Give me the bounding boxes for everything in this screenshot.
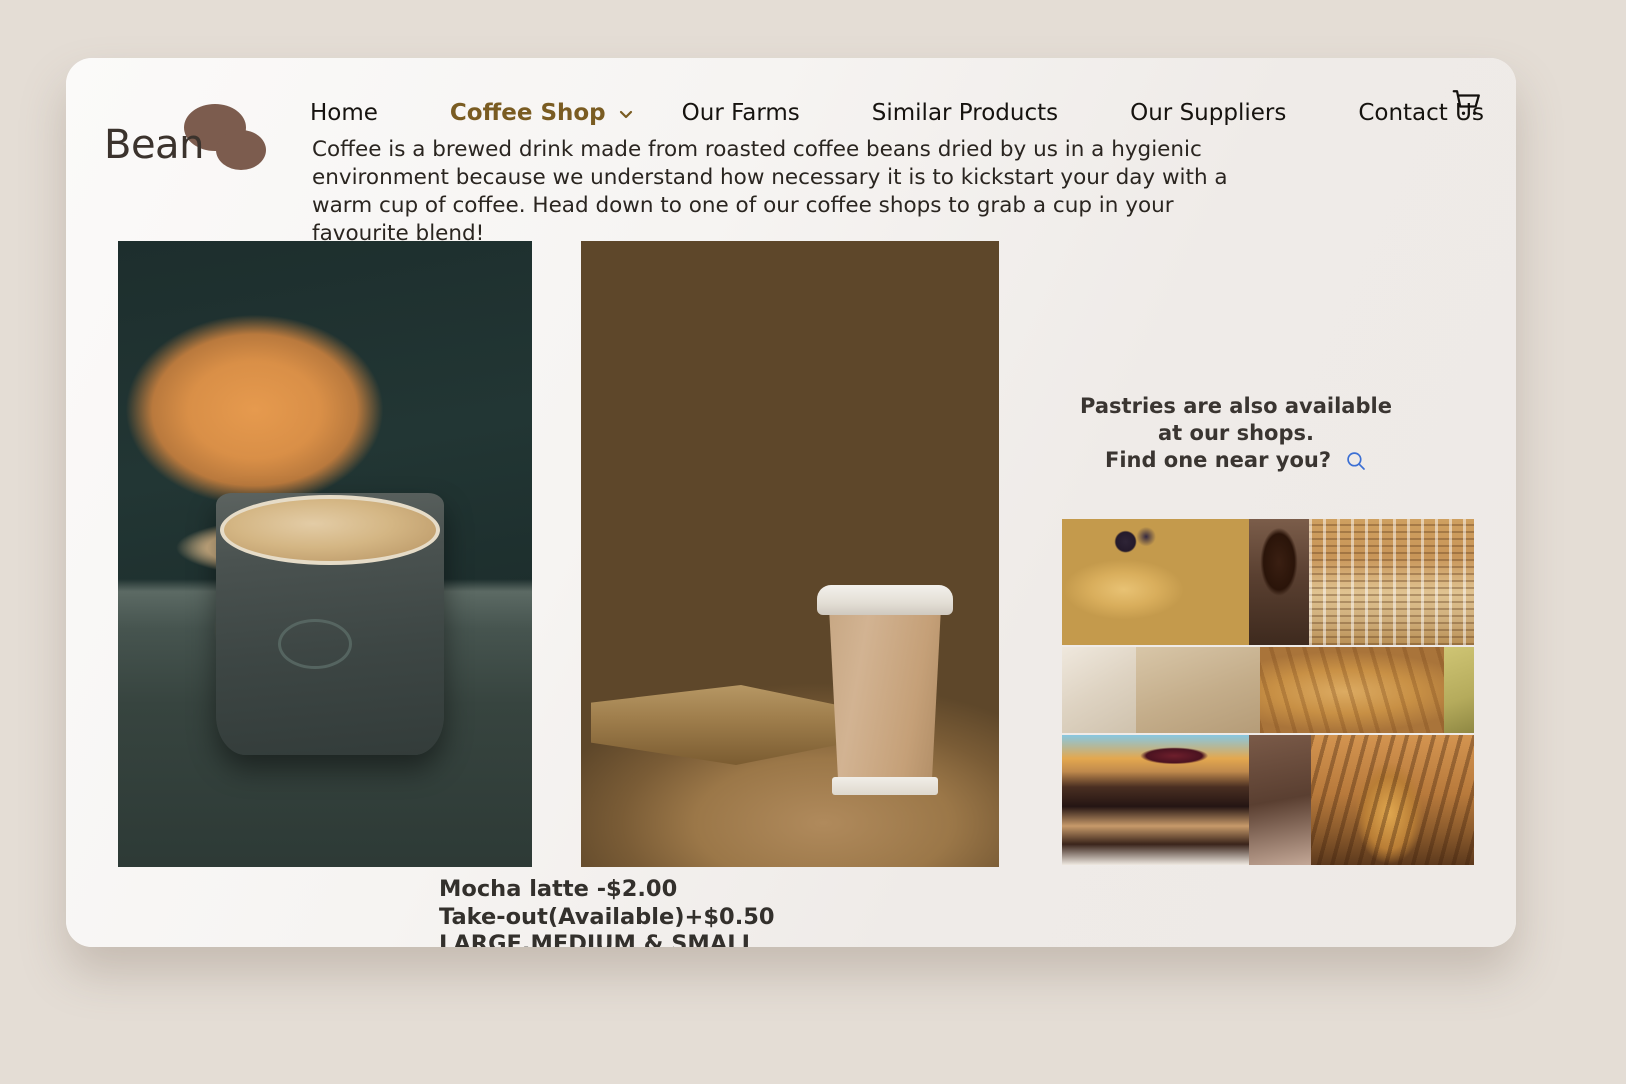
collage-cell-paper-wrapper <box>1062 647 1136 733</box>
nav-item-our-suppliers[interactable]: Our Suppliers <box>1130 94 1286 132</box>
collage-cell-croissant <box>1260 647 1444 733</box>
cup-brand-mark <box>278 619 352 669</box>
product-sizes-line: LARGE,MEDIUM & SMALL <box>439 931 756 947</box>
product-takeout-line: Take-out(Available)+$0.50 <box>439 903 775 930</box>
latte-foam-shape <box>220 495 440 565</box>
collage-cell-pear <box>1444 647 1474 733</box>
collage-row-1 <box>1062 519 1474 645</box>
latte-cup-shape <box>216 493 444 755</box>
search-icon[interactable] <box>1345 450 1367 472</box>
brand-name: Bean <box>104 122 204 168</box>
collage-cell-coffee-cup <box>1249 519 1309 645</box>
intro-paragraph: Coffee is a brewed drink made from roast… <box>312 137 1228 246</box>
product-caption: Mocha latte -$2.00 Take-out(Available)+$… <box>439 876 775 947</box>
takeaway-cup-base-shape <box>832 777 938 795</box>
collage-cell-bun <box>1249 735 1311 865</box>
takeaway-coffee-photo <box>581 241 999 867</box>
collage-cell-assorted-pastries <box>1311 735 1474 865</box>
collage-row-3 <box>1062 735 1474 865</box>
collage-row-2 <box>1062 647 1474 733</box>
main-navigation: Home Coffee Shop Our Farms Similar Produ… <box>310 84 1484 142</box>
promo-line-1: Pastries are also available <box>1080 394 1392 418</box>
brand-logo[interactable]: Bean <box>104 94 284 174</box>
collage-cell-pancakes <box>1062 519 1249 645</box>
coffee-bean-icon-small <box>216 130 266 170</box>
pastry-collage <box>1062 519 1474 865</box>
nav-item-our-farms[interactable]: Our Farms <box>682 94 800 132</box>
chevron-down-icon[interactable] <box>618 106 634 122</box>
collage-cell-brown-paper <box>1136 647 1260 733</box>
nav-item-similar-products[interactable]: Similar Products <box>872 94 1058 132</box>
pastries-promo: Pastries are also available at our shops… <box>1076 393 1396 474</box>
collage-cell-cookies <box>1309 519 1474 645</box>
promo-line-3-row: Find one near you? <box>1076 447 1396 474</box>
wooden-tray-shape <box>591 685 841 765</box>
promo-line-2: at our shops. <box>1158 421 1314 445</box>
page-card: Bean Home Coffee Shop Our Farms Similar … <box>66 58 1516 947</box>
latte-photo <box>118 241 532 867</box>
takeaway-cup-shape <box>828 605 942 791</box>
nav-item-home[interactable]: Home <box>310 94 378 132</box>
product-price-line: Mocha latte -$2.00 <box>439 876 678 902</box>
promo-line-3: Find one near you? <box>1104 448 1332 472</box>
collage-cell-cake-slice <box>1062 735 1249 865</box>
nav-item-coffee-shop[interactable]: Coffee Shop <box>450 94 634 132</box>
takeaway-cup-lid-shape <box>817 585 953 615</box>
shopping-cart-icon[interactable] <box>1450 86 1486 122</box>
nav-item-coffee-shop-label: Coffee Shop <box>449 100 606 126</box>
